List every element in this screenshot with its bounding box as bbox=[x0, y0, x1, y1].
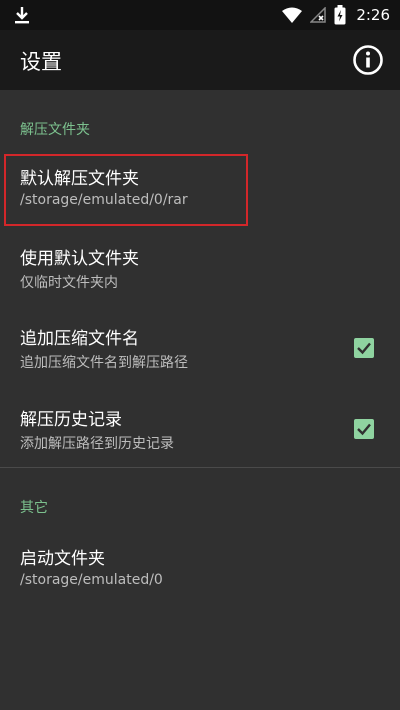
settings-screen: 2:26 设置 解压文件夹 默认解压文件夹 /storage/emulated/… bbox=[0, 0, 400, 710]
pref-extract-history[interactable]: 解压历史记录 添加解压路径到历史记录 bbox=[0, 393, 400, 471]
pref-title: 追加压缩文件名 bbox=[20, 329, 139, 349]
extract-history-checkbox[interactable] bbox=[354, 419, 374, 439]
section-divider bbox=[0, 467, 400, 468]
pref-summary: 添加解压路径到历史记录 bbox=[20, 436, 174, 452]
pref-summary: 仅临时文件夹内 bbox=[20, 275, 118, 291]
pref-title: 启动文件夹 bbox=[20, 549, 105, 569]
pref-summary: /storage/emulated/0/rar bbox=[20, 192, 188, 208]
pref-title: 解压历史记录 bbox=[20, 410, 122, 430]
pref-append-archive-name[interactable]: 追加压缩文件名 追加压缩文件名到解压路径 bbox=[0, 312, 400, 390]
pref-use-default-folder[interactable]: 使用默认文件夹 仅临时文件夹内 bbox=[0, 232, 400, 310]
pref-startup-folder[interactable]: 启动文件夹 /storage/emulated/0 bbox=[0, 532, 400, 610]
page-title: 设置 bbox=[20, 50, 62, 74]
pref-title: 默认解压文件夹 bbox=[20, 169, 139, 189]
pref-title: 使用默认文件夹 bbox=[20, 249, 139, 269]
info-icon bbox=[353, 45, 383, 75]
pref-summary: 追加压缩文件名到解压路径 bbox=[20, 355, 188, 371]
status-icons: 2:26 bbox=[282, 0, 390, 30]
wifi-icon bbox=[282, 7, 303, 23]
pref-default-extract-folder[interactable]: 默认解压文件夹 /storage/emulated/0/rar bbox=[0, 152, 400, 230]
info-button[interactable] bbox=[352, 44, 384, 76]
status-time: 2:26 bbox=[356, 6, 390, 24]
app-bar: 设置 bbox=[0, 30, 400, 90]
checkmark-icon bbox=[357, 423, 371, 436]
section-header-extract-folder: 解压文件夹 bbox=[20, 122, 90, 138]
section-header-other: 其它 bbox=[20, 500, 48, 516]
pref-summary: /storage/emulated/0 bbox=[20, 572, 163, 588]
checkmark-icon bbox=[357, 342, 371, 355]
download-icon bbox=[12, 4, 32, 26]
battery-charging-icon bbox=[334, 5, 346, 25]
status-bar: 2:26 bbox=[0, 0, 400, 30]
append-archive-name-checkbox[interactable] bbox=[354, 338, 374, 358]
no-signal-icon bbox=[310, 7, 327, 23]
